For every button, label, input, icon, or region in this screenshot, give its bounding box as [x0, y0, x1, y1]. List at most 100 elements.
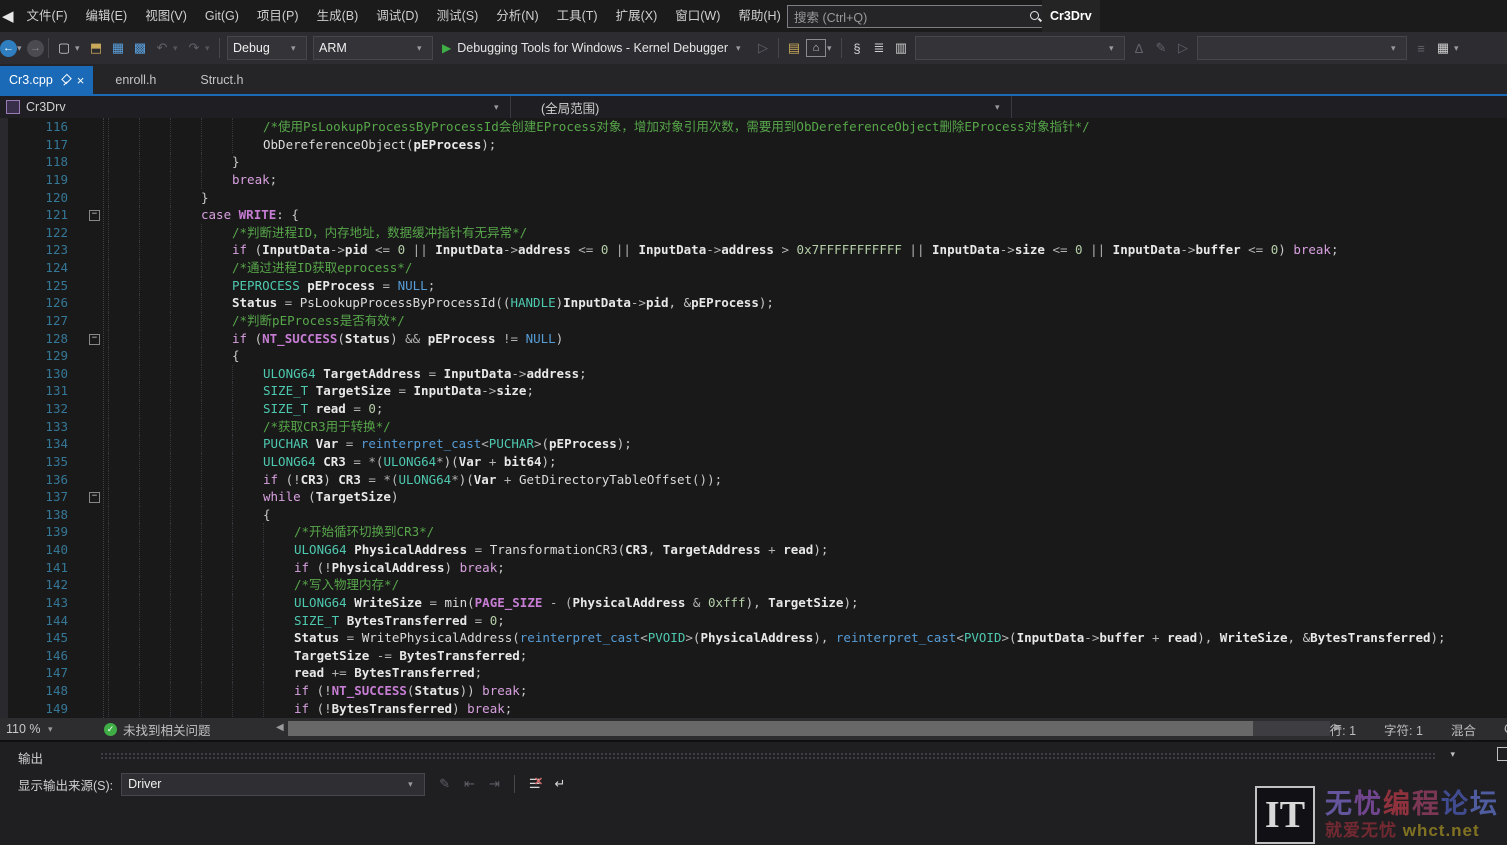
pin-icon[interactable]: [61, 75, 70, 86]
menu-item-3[interactable]: Git(G): [196, 0, 248, 32]
code-line[interactable]: 146 TargetSize -= BytesTransferred;: [0, 647, 1507, 665]
goto-message-icon[interactable]: ✎: [439, 776, 450, 792]
tab-enroll.h[interactable]: enroll.h: [93, 66, 178, 94]
window-back-icon[interactable]: ◀: [0, 7, 18, 25]
code-line[interactable]: 134 PUCHAR Var = reinterpret_cast<PUCHAR…: [0, 435, 1507, 453]
status-column[interactable]: 字符: 1: [1384, 720, 1423, 739]
navigate-back-icon[interactable]: §: [847, 36, 867, 60]
horizontal-scrollbar[interactable]: [288, 721, 1330, 736]
code-line[interactable]: 136 if (!CR3) CR3 = *(ULONG64*)(Var + Ge…: [0, 471, 1507, 489]
run-nodebug-icon[interactable]: ▷: [753, 36, 773, 60]
code-line[interactable]: 129 {: [0, 347, 1507, 365]
platform-combo[interactable]: ARM▾: [313, 36, 433, 60]
menu-item-9[interactable]: 工具(T): [548, 0, 607, 32]
code-line[interactable]: 121− case WRITE: {: [0, 206, 1507, 224]
menu-item-8[interactable]: 分析(N): [487, 0, 547, 32]
tab-Cr3.cpp[interactable]: Cr3.cpp×: [0, 66, 93, 94]
member-dropdown[interactable]: [1012, 96, 1507, 118]
close-icon[interactable]: ×: [77, 74, 85, 87]
redo-caret[interactable]: ▾: [205, 43, 215, 54]
feedback-caret[interactable]: ▾: [1454, 43, 1464, 54]
scroll-left-icon[interactable]: ◀: [276, 722, 284, 733]
status-mixed[interactable]: 混合: [1451, 720, 1476, 739]
attach-icon[interactable]: ▥: [891, 36, 911, 60]
output-source-dropdown[interactable]: Driver ▾: [121, 773, 425, 796]
panel-drag-handle[interactable]: [100, 752, 1437, 761]
code-line[interactable]: 145 Status = WritePhysicalAddress(reinte…: [0, 629, 1507, 647]
home-icon[interactable]: ⌂: [806, 36, 826, 60]
code-line[interactable]: 125 PEPROCESS pEProcess = NULL;: [0, 277, 1507, 295]
code-line[interactable]: 120 }: [0, 189, 1507, 207]
save-all-icon[interactable]: ▩: [130, 36, 150, 60]
code-line[interactable]: 118 }: [0, 153, 1507, 171]
fold-collapse-icon[interactable]: −: [89, 334, 100, 345]
edit-icon[interactable]: ✎: [1151, 36, 1171, 60]
menu-item-6[interactable]: 调试(D): [367, 0, 427, 32]
code-line[interactable]: 144 SIZE_T BytesTransferred = 0;: [0, 612, 1507, 630]
menu-item-2[interactable]: 视图(V): [136, 0, 196, 32]
search-combo[interactable]: ▾: [915, 36, 1125, 60]
code-line[interactable]: 132 SIZE_T read = 0;: [0, 400, 1507, 418]
health-check-icon[interactable]: ✓: [104, 723, 117, 736]
search-icon[interactable]: [1029, 10, 1042, 23]
word-wrap-icon[interactable]: ↵: [555, 776, 566, 792]
code-line[interactable]: 122 /*判断进程ID，内存地址，数据缓冲指针有无异常*/: [0, 224, 1507, 242]
menu-item-7[interactable]: 测试(S): [428, 0, 488, 32]
menu-item-10[interactable]: 扩展(X): [607, 0, 667, 32]
panel-window-icon[interactable]: [1497, 747, 1507, 761]
search-input[interactable]: 搜索 (Ctrl+Q): [787, 5, 1049, 28]
code-line[interactable]: 130 ULONG64 TargetAddress = InputData->a…: [0, 365, 1507, 383]
undo-caret[interactable]: ▾: [173, 43, 183, 54]
back-icon[interactable]: ←: [0, 40, 17, 57]
code-editor[interactable]: 116 /*使用PsLookupProcessByProcessId会创建EPr…: [0, 118, 1507, 718]
clear-output-icon[interactable]: ☰✕: [529, 776, 541, 792]
prev-message-icon[interactable]: ⇤: [464, 776, 475, 792]
code-line[interactable]: 117 ObDereferenceObject(pEProcess);: [0, 136, 1507, 154]
code-line[interactable]: 140 ULONG64 PhysicalAddress = Transforma…: [0, 541, 1507, 559]
code-line[interactable]: 149 if (!BytesTransferred) break;: [0, 700, 1507, 718]
menu-item-4[interactable]: 项目(P): [248, 0, 308, 32]
code-line[interactable]: 124 /*通过进程ID获取eprocess*/: [0, 259, 1507, 277]
code-line[interactable]: 133 /*获取CR3用于转换*/: [0, 418, 1507, 436]
new-file-icon[interactable]: ▢: [54, 36, 74, 60]
code-line[interactable]: 148 if (!NT_SUCCESS(Status)) break;: [0, 682, 1507, 700]
zoom-dropdown[interactable]: 110 % ▾: [0, 722, 64, 736]
feedback-icon[interactable]: ▦: [1433, 36, 1453, 60]
code-line[interactable]: 143 ULONG64 WriteSize = min(PAGE_SIZE - …: [0, 594, 1507, 612]
code-line[interactable]: 147 read += BytesTransferred;: [0, 664, 1507, 682]
tab-Struct.h[interactable]: Struct.h: [178, 66, 265, 94]
il-viewer-icon[interactable]: ≣: [869, 36, 889, 60]
fold-collapse-icon[interactable]: −: [89, 210, 100, 221]
new-file-caret[interactable]: ▾: [75, 43, 85, 54]
chevron-down-icon[interactable]: ▾: [1450, 749, 1455, 760]
code-line[interactable]: 138 {: [0, 506, 1507, 524]
code-line[interactable]: 131 SIZE_T TargetSize = InputData->size;: [0, 382, 1507, 400]
next-message-icon[interactable]: ⇥: [489, 776, 500, 792]
config-combo[interactable]: Debug▾: [227, 36, 307, 60]
scope-dropdown[interactable]: (全局范围) ▾: [511, 96, 1012, 118]
menu-item-0[interactable]: 文件(F): [18, 0, 77, 32]
project-dropdown[interactable]: Cr3Drv ▾: [0, 96, 511, 118]
redo-icon[interactable]: ↷: [184, 36, 204, 60]
code-line[interactable]: 128− if (NT_SUCCESS(Status) && pEProcess…: [0, 330, 1507, 348]
open-file-icon[interactable]: ⬒: [86, 36, 106, 60]
find-in-files-icon[interactable]: ▤: [784, 36, 804, 60]
start-debugging-button[interactable]: ▶Debugging Tools for Windows - Kernel De…: [436, 36, 752, 60]
code-line[interactable]: 139 /*开始循环切换到CR3*/: [0, 523, 1507, 541]
save-icon[interactable]: ▦: [108, 36, 128, 60]
menu-item-11[interactable]: 窗口(W): [666, 0, 729, 32]
forward-icon[interactable]: →: [27, 40, 44, 57]
code-line[interactable]: 126 Status = PsLookupProcessByProcessId(…: [0, 294, 1507, 312]
code-line[interactable]: 127 /*判断pEProcess是否有效*/: [0, 312, 1507, 330]
scrollbar-thumb[interactable]: [288, 721, 1253, 736]
code-line[interactable]: 119 break;: [0, 171, 1507, 189]
code-line[interactable]: 123 if (InputData->pid <= 0 || InputData…: [0, 241, 1507, 259]
back-caret[interactable]: ▾: [17, 43, 27, 54]
code-line[interactable]: 142 /*写入物理内存*/: [0, 576, 1507, 594]
code-line[interactable]: 141 if (!PhysicalAddress) break;: [0, 559, 1507, 577]
menu-item-12[interactable]: 帮助(H): [729, 0, 789, 32]
code-line[interactable]: 137− while (TargetSize): [0, 488, 1507, 506]
start-icon[interactable]: ▷: [1173, 36, 1193, 60]
test-explorer-icon[interactable]: Δ: [1129, 36, 1149, 60]
output-panel-title[interactable]: 输出: [18, 748, 43, 767]
